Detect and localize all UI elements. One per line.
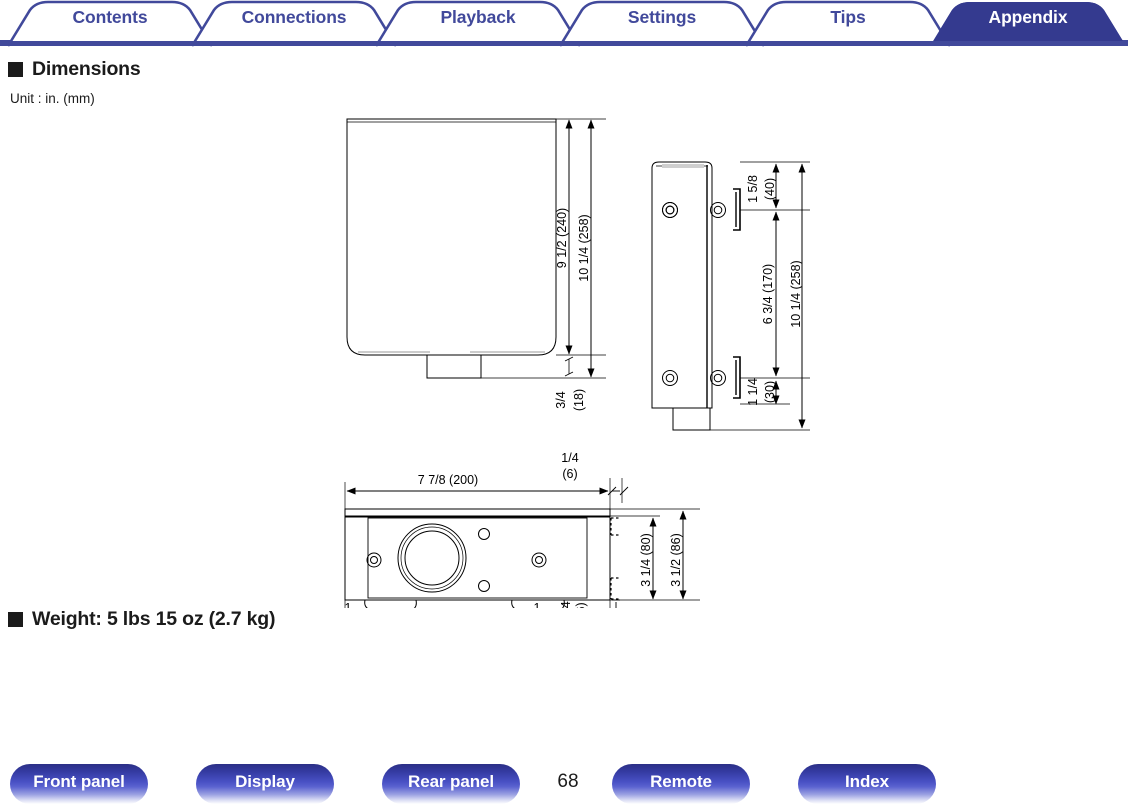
- label-foot-left-in: 1: [345, 601, 352, 608]
- top-tab-bar: Contents Connections Playback Settings T…: [0, 0, 1128, 48]
- weight-section-heading: Weight: 5 lbs 15 oz (2.7 kg): [8, 608, 275, 631]
- front-view-connector: [426, 355, 482, 379]
- footer-button-index-label: Index: [845, 772, 889, 791]
- label-front-body-height: 9 1/2 (240): [555, 208, 569, 268]
- label-bottom-tab-mm: (6): [574, 602, 588, 608]
- side-view-body: [651, 161, 713, 409]
- label-side-top-offset-in: 1 5/8: [746, 175, 760, 203]
- tab-contents[interactable]: Contents: [30, 7, 190, 28]
- footer-button-display-label: Display: [235, 772, 295, 791]
- label-side-bottom-offset-in: 1 1/4: [746, 378, 760, 406]
- label-side-top-offset-mm: (40): [763, 178, 777, 200]
- weight-heading-label: Weight: 5 lbs 15 oz (2.7 kg): [32, 608, 276, 630]
- tab-appendix[interactable]: Appendix: [950, 7, 1106, 28]
- bottom-nav-bar: Front panel Display Rear panel 68 Remote…: [0, 755, 1128, 812]
- footer-button-remote[interactable]: Remote: [612, 764, 750, 804]
- bottom-view-body: [344, 515, 611, 601]
- dimensions-drawing-svg: 9 1/2 (240) 10 1/4 (258) 3/4 (18) 1 5/8 …: [338, 118, 810, 640]
- footer-button-remote-label: Remote: [650, 772, 712, 791]
- tab-playback[interactable]: Playback: [398, 7, 558, 28]
- tab-tips[interactable]: Tips: [768, 7, 928, 28]
- page-root: Contents Connections Playback Settings T…: [0, 0, 1128, 812]
- bottom-view-foot-left: [364, 599, 417, 611]
- label-side-bottom-offset-mm: (30): [763, 381, 777, 403]
- page-content: Dimensions Unit : in. (mm) 9 1/2 (240) 1…: [0, 48, 1128, 748]
- tab-baseline-top: [0, 41, 1128, 46]
- home-icon: [978, 772, 1002, 794]
- label-bottom-tab-in: 1/4: [559, 601, 573, 608]
- dimensions-drawing: 9 1/2 (240) 10 1/4 (258) 3/4 (18) 1 5/8 …: [0, 48, 1128, 640]
- footer-button-index[interactable]: Index: [798, 764, 936, 804]
- label-bottom-right-tab-in: 1/4: [561, 451, 578, 465]
- footer-button-rear-panel-label: Rear panel: [408, 772, 494, 791]
- drawing-dimension-labels: 9 1/2 (240) 10 1/4 (258) 3/4 (18) 1 5/8 …: [338, 175, 803, 628]
- label-bottom-width: 7 7/8 (200): [418, 473, 478, 487]
- label-bottom-depth-body: 3 1/4 (80): [639, 533, 653, 587]
- label-side-mount-span: 6 3/4 (170): [761, 264, 775, 324]
- footer-button-display[interactable]: Display: [196, 764, 334, 804]
- label-bottom-right-tab-mm: (6): [562, 467, 577, 481]
- page-number: 68: [557, 771, 579, 792]
- label-front-foot-mm: (18): [572, 389, 586, 411]
- tab-connections[interactable]: Connections: [214, 7, 374, 28]
- side-view-foot: [672, 408, 711, 431]
- arrow-left-icon: [1032, 773, 1058, 793]
- label-foot-right-in: 1: [534, 601, 541, 608]
- tab-settings[interactable]: Settings: [582, 7, 742, 28]
- footer-button-front-panel[interactable]: Front panel: [10, 764, 148, 804]
- bullet-square-icon-weight: [8, 612, 23, 627]
- home-button[interactable]: [970, 764, 1010, 804]
- label-side-total-height: 10 1/4 (258): [789, 260, 803, 327]
- footer-button-front-panel-label: Front panel: [33, 772, 125, 791]
- footer-button-rear-panel[interactable]: Rear panel: [382, 764, 520, 804]
- label-front-total-height: 10 1/4 (258): [577, 214, 591, 281]
- bottom-view-knob-inner: [404, 530, 460, 586]
- arrow-right-icon: [1087, 773, 1113, 793]
- label-bottom-depth-total: 3 1/2 (86): [669, 533, 683, 587]
- front-view-body: [346, 118, 557, 356]
- back-button[interactable]: [1025, 764, 1065, 804]
- bottom-view-knob-outer: [397, 523, 467, 593]
- label-front-foot-in: 3/4: [554, 391, 568, 408]
- forward-button[interactable]: [1080, 764, 1120, 804]
